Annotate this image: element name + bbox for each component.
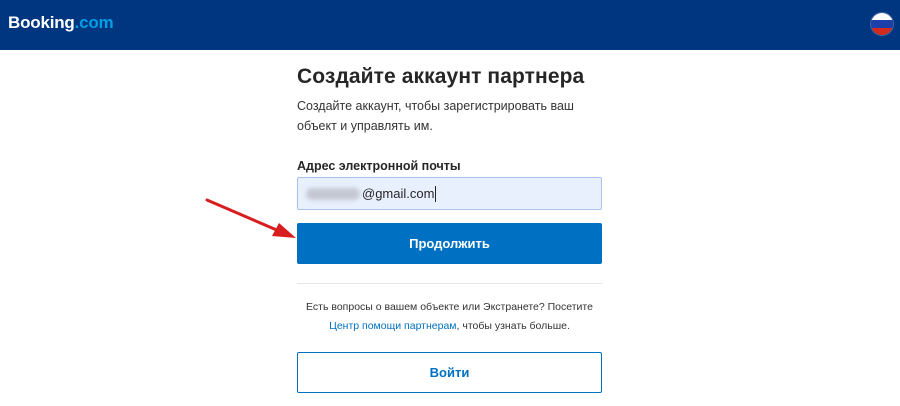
text-caret — [435, 185, 437, 202]
help-text-before: Есть вопросы о вашем объекте или Экстран… — [306, 301, 593, 313]
continue-button[interactable]: Продолжить — [297, 223, 602, 264]
email-field[interactable]: @gmail.com — [297, 177, 602, 210]
help-text: Есть вопросы о вашем объекте или Экстран… — [297, 298, 602, 336]
help-text-after: , чтобы узнать больше. — [456, 320, 570, 332]
partner-help-center-link[interactable]: Центр помощи партнерам — [329, 320, 456, 332]
email-value-text: @gmail.com — [362, 186, 435, 201]
sign-in-button[interactable]: Войти — [297, 352, 602, 393]
page-subtitle: Создайте аккаунт, чтобы зарегистрировать… — [297, 99, 574, 133]
page-title: Создайте аккаунт партнера — [297, 65, 585, 88]
logo-text-com: .com — [74, 13, 114, 32]
blurred-email-username — [306, 187, 360, 200]
booking-logo[interactable]: Booking.com — [8, 13, 114, 33]
signup-form: Создайте аккаунт партнера Создайте аккау… — [297, 62, 602, 393]
email-label: Адрес электронной почты — [297, 159, 461, 173]
divider — [297, 283, 602, 284]
logo-text-booking: Booking — [8, 13, 75, 32]
russia-flag-icon[interactable] — [871, 13, 893, 35]
header-bar: Booking.com — [0, 0, 900, 50]
